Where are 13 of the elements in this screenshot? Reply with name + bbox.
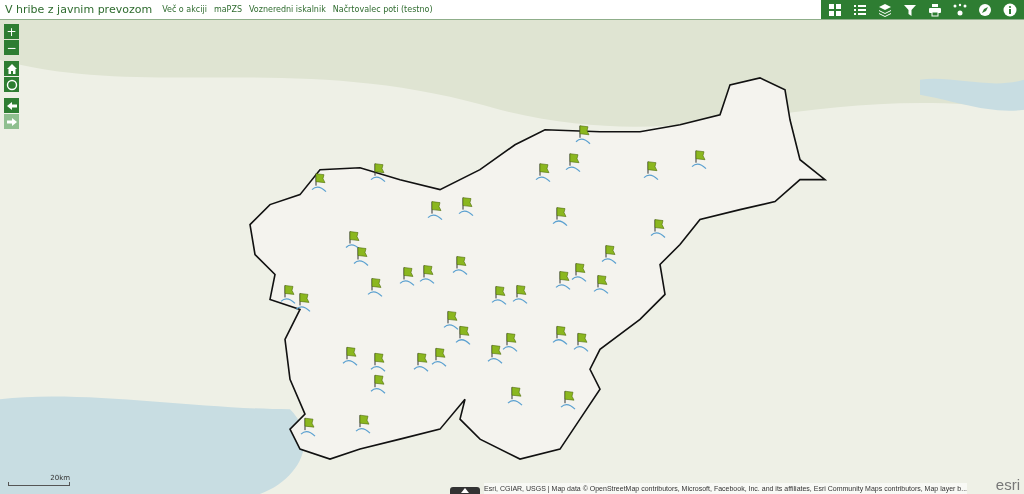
zoom-out-button[interactable]: − xyxy=(4,40,19,55)
home-button[interactable] xyxy=(4,61,19,76)
nav-link[interactable]: Načrtovalec poti (testno) xyxy=(332,5,433,14)
app-title: V hribe z javnim prevozom xyxy=(5,3,153,16)
nav-link[interactable]: maPZS xyxy=(213,5,242,14)
nav-link[interactable]: Vozneredni iskalnik xyxy=(248,5,326,14)
caret-icon xyxy=(461,488,469,493)
locate-button[interactable] xyxy=(4,77,19,92)
back-button[interactable] xyxy=(4,98,19,113)
zoom-in-button[interactable]: + xyxy=(4,24,19,39)
nav-link[interactable]: Več o akciji xyxy=(162,5,207,14)
collapse-button[interactable] xyxy=(450,487,480,494)
esri-logo: esri xyxy=(995,476,1020,494)
